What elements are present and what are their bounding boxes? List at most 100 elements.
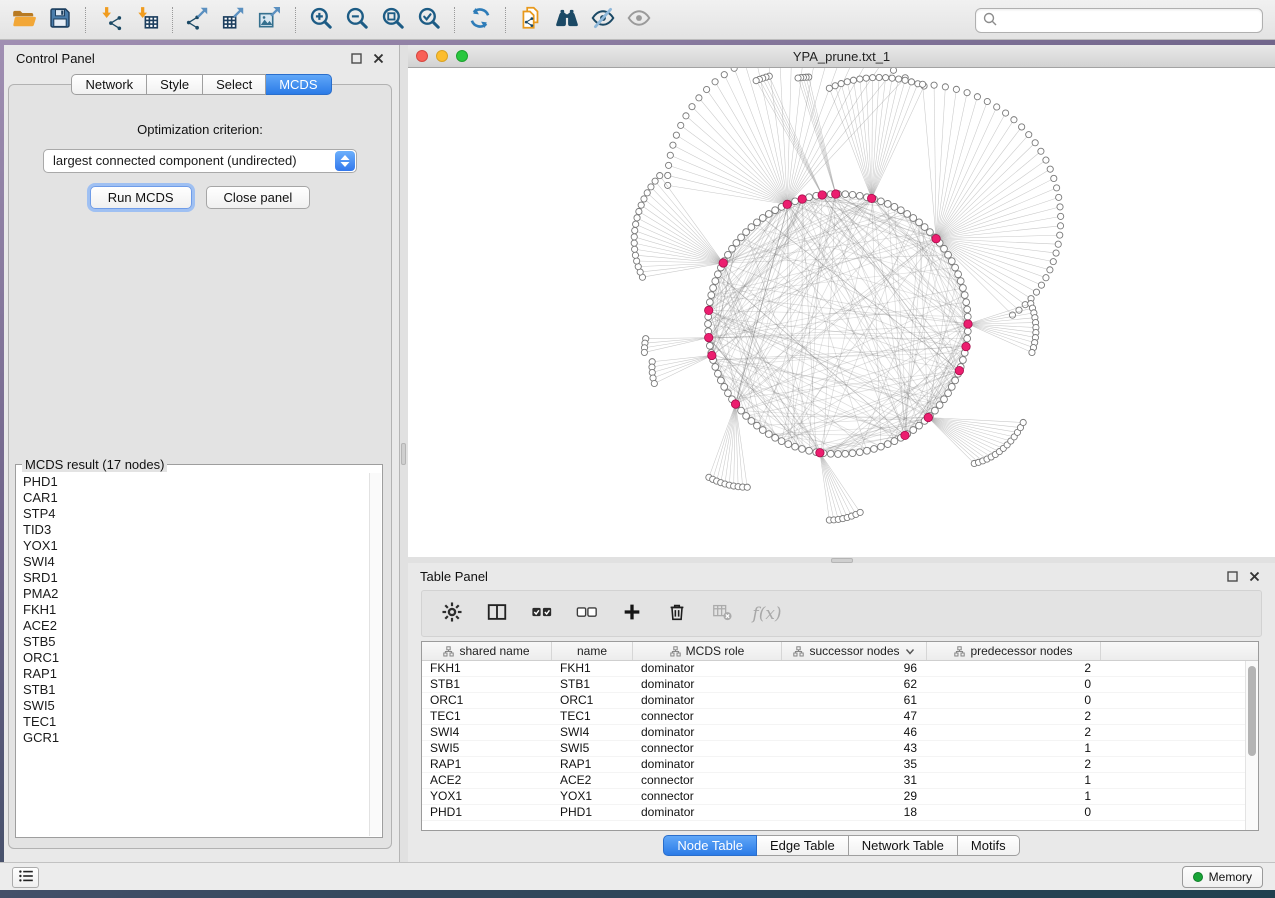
table-row[interactable]: STB1STB1dominator620 bbox=[422, 677, 1258, 693]
zoom-fit-button[interactable] bbox=[375, 4, 411, 36]
deselect-all-button[interactable] bbox=[573, 600, 601, 628]
close-panel-icon[interactable] bbox=[369, 49, 387, 67]
tab-node-table[interactable]: Node Table bbox=[663, 835, 757, 856]
main-toolbar bbox=[0, 0, 1275, 40]
status-bar: Memory bbox=[0, 862, 1275, 890]
column-mapping-icon bbox=[670, 646, 681, 657]
share-document-button[interactable] bbox=[513, 4, 549, 36]
show-all-button[interactable] bbox=[621, 4, 657, 36]
zoom-out-button[interactable] bbox=[339, 4, 375, 36]
refresh-button[interactable] bbox=[462, 4, 498, 36]
table-settings-button[interactable] bbox=[438, 600, 466, 628]
optimization-criterion-label: Optimization criterion: bbox=[9, 122, 391, 137]
open-file-button[interactable] bbox=[6, 4, 42, 36]
vertical-splitter[interactable] bbox=[400, 45, 408, 862]
zoom-selected-button[interactable] bbox=[411, 4, 447, 36]
column-header-predecessor-nodes[interactable]: predecessor nodes bbox=[927, 642, 1101, 660]
search-icon bbox=[982, 11, 998, 30]
network-title: YPA_prune.txt_1 bbox=[408, 49, 1275, 64]
tab-network-table[interactable]: Network Table bbox=[849, 835, 958, 856]
import-network-button[interactable] bbox=[93, 4, 129, 36]
toolbar-separator bbox=[454, 7, 455, 33]
float-panel-icon[interactable] bbox=[347, 49, 365, 67]
delete-column-button[interactable] bbox=[663, 600, 691, 628]
list-item[interactable]: STB1 bbox=[23, 682, 368, 698]
table-panel: Table Panel f(x) shared namenameMCDS rol… bbox=[408, 563, 1275, 862]
toolbar-separator bbox=[85, 7, 86, 33]
tab-edge-table[interactable]: Edge Table bbox=[757, 835, 849, 856]
list-item[interactable]: SWI5 bbox=[23, 698, 368, 714]
splitter-handle[interactable] bbox=[401, 443, 406, 465]
column-header-shared-name[interactable]: shared name bbox=[422, 642, 552, 660]
table-row[interactable]: FKH1FKH1dominator962 bbox=[422, 661, 1258, 677]
toolbar-separator bbox=[295, 7, 296, 33]
table-row[interactable]: SWI4SWI4dominator462 bbox=[422, 725, 1258, 741]
save-session-button[interactable] bbox=[42, 4, 78, 36]
float-panel-icon[interactable] bbox=[1223, 567, 1241, 585]
list-item[interactable]: STP4 bbox=[23, 506, 368, 522]
table-row[interactable]: PHD1PHD1dominator180 bbox=[422, 805, 1258, 821]
table-row[interactable]: YOX1YOX1connector291 bbox=[422, 789, 1258, 805]
table-panel-tabs: Node TableEdge TableNetwork TableMotifs bbox=[408, 835, 1275, 856]
eye-icon bbox=[626, 5, 652, 34]
table-row[interactable]: ORC1ORC1dominator610 bbox=[422, 693, 1258, 709]
tab-network[interactable]: Network bbox=[71, 74, 147, 95]
hide-selected-button[interactable] bbox=[585, 4, 621, 36]
list-item[interactable]: PHD1 bbox=[23, 474, 368, 490]
export-network-button[interactable] bbox=[180, 4, 216, 36]
list-item[interactable]: CAR1 bbox=[23, 490, 368, 506]
function-builder-button[interactable]: f(x) bbox=[753, 600, 781, 628]
search-input[interactable] bbox=[998, 9, 1262, 32]
splitter-handle[interactable] bbox=[831, 558, 853, 563]
table-row[interactable]: SWI5SWI5connector431 bbox=[422, 741, 1258, 757]
column-header-mcds-role[interactable]: MCDS role bbox=[633, 642, 782, 660]
close-panel-button[interactable]: Close panel bbox=[206, 186, 311, 209]
list-item[interactable]: FKH1 bbox=[23, 602, 368, 618]
close-panel-icon[interactable] bbox=[1245, 567, 1263, 585]
zoom-in-button[interactable] bbox=[303, 4, 339, 36]
table-row[interactable]: TEC1TEC1connector472 bbox=[422, 709, 1258, 725]
tab-motifs[interactable]: Motifs bbox=[958, 835, 1020, 856]
list-item[interactable]: GCR1 bbox=[23, 730, 368, 746]
export-table-button[interactable] bbox=[216, 4, 252, 36]
run-mcds-button[interactable]: Run MCDS bbox=[90, 186, 192, 209]
delete-table-button[interactable] bbox=[708, 600, 736, 628]
memory-button[interactable]: Memory bbox=[1182, 866, 1263, 888]
task-history-button[interactable] bbox=[12, 867, 39, 888]
column-header-successor-nodes[interactable]: successor nodes bbox=[782, 642, 927, 660]
show-columns-button[interactable] bbox=[483, 600, 511, 628]
add-column-button[interactable] bbox=[618, 600, 646, 628]
table-scrollbar[interactable] bbox=[1245, 661, 1258, 830]
list-item[interactable]: ACE2 bbox=[23, 618, 368, 634]
import-table-button[interactable] bbox=[129, 4, 165, 36]
search-network-button[interactable] bbox=[549, 4, 585, 36]
table-row[interactable]: RAP1RAP1dominator352 bbox=[422, 757, 1258, 773]
list-item[interactable]: ORC1 bbox=[23, 650, 368, 666]
tab-select[interactable]: Select bbox=[203, 74, 266, 95]
table-row[interactable]: ACE2ACE2connector311 bbox=[422, 773, 1258, 789]
list-item[interactable]: YOX1 bbox=[23, 538, 368, 554]
list-item[interactable]: PMA2 bbox=[23, 586, 368, 602]
list-item[interactable]: TEC1 bbox=[23, 714, 368, 730]
list-item[interactable]: SWI4 bbox=[23, 554, 368, 570]
network-canvas[interactable] bbox=[408, 68, 1275, 557]
mcds-panel: Optimization criterion: largest connecte… bbox=[8, 84, 392, 849]
column-header-name[interactable]: name bbox=[552, 642, 633, 660]
import-table-icon bbox=[134, 5, 160, 34]
export-image-button[interactable] bbox=[252, 4, 288, 36]
network-titlebar[interactable]: YPA_prune.txt_1 bbox=[408, 45, 1275, 68]
list-item[interactable]: RAP1 bbox=[23, 666, 368, 682]
list-item[interactable]: STB5 bbox=[23, 634, 368, 650]
tab-mcds[interactable]: MCDS bbox=[266, 74, 331, 95]
scrollbar-thumb[interactable] bbox=[1248, 666, 1256, 756]
floppy-disk-icon bbox=[48, 6, 72, 33]
list-item[interactable]: SRD1 bbox=[23, 570, 368, 586]
optimization-criterion-select[interactable]: largest connected component (undirected) bbox=[43, 149, 357, 173]
list-item[interactable]: TID3 bbox=[23, 522, 368, 538]
mcds-list-scrollbar[interactable] bbox=[369, 473, 381, 836]
toolbar-separator bbox=[505, 7, 506, 33]
tab-style[interactable]: Style bbox=[147, 74, 203, 95]
export-image-icon bbox=[257, 5, 283, 34]
select-all-button[interactable] bbox=[528, 600, 556, 628]
node-table: shared namenameMCDS rolesuccessor nodesp… bbox=[421, 641, 1259, 831]
